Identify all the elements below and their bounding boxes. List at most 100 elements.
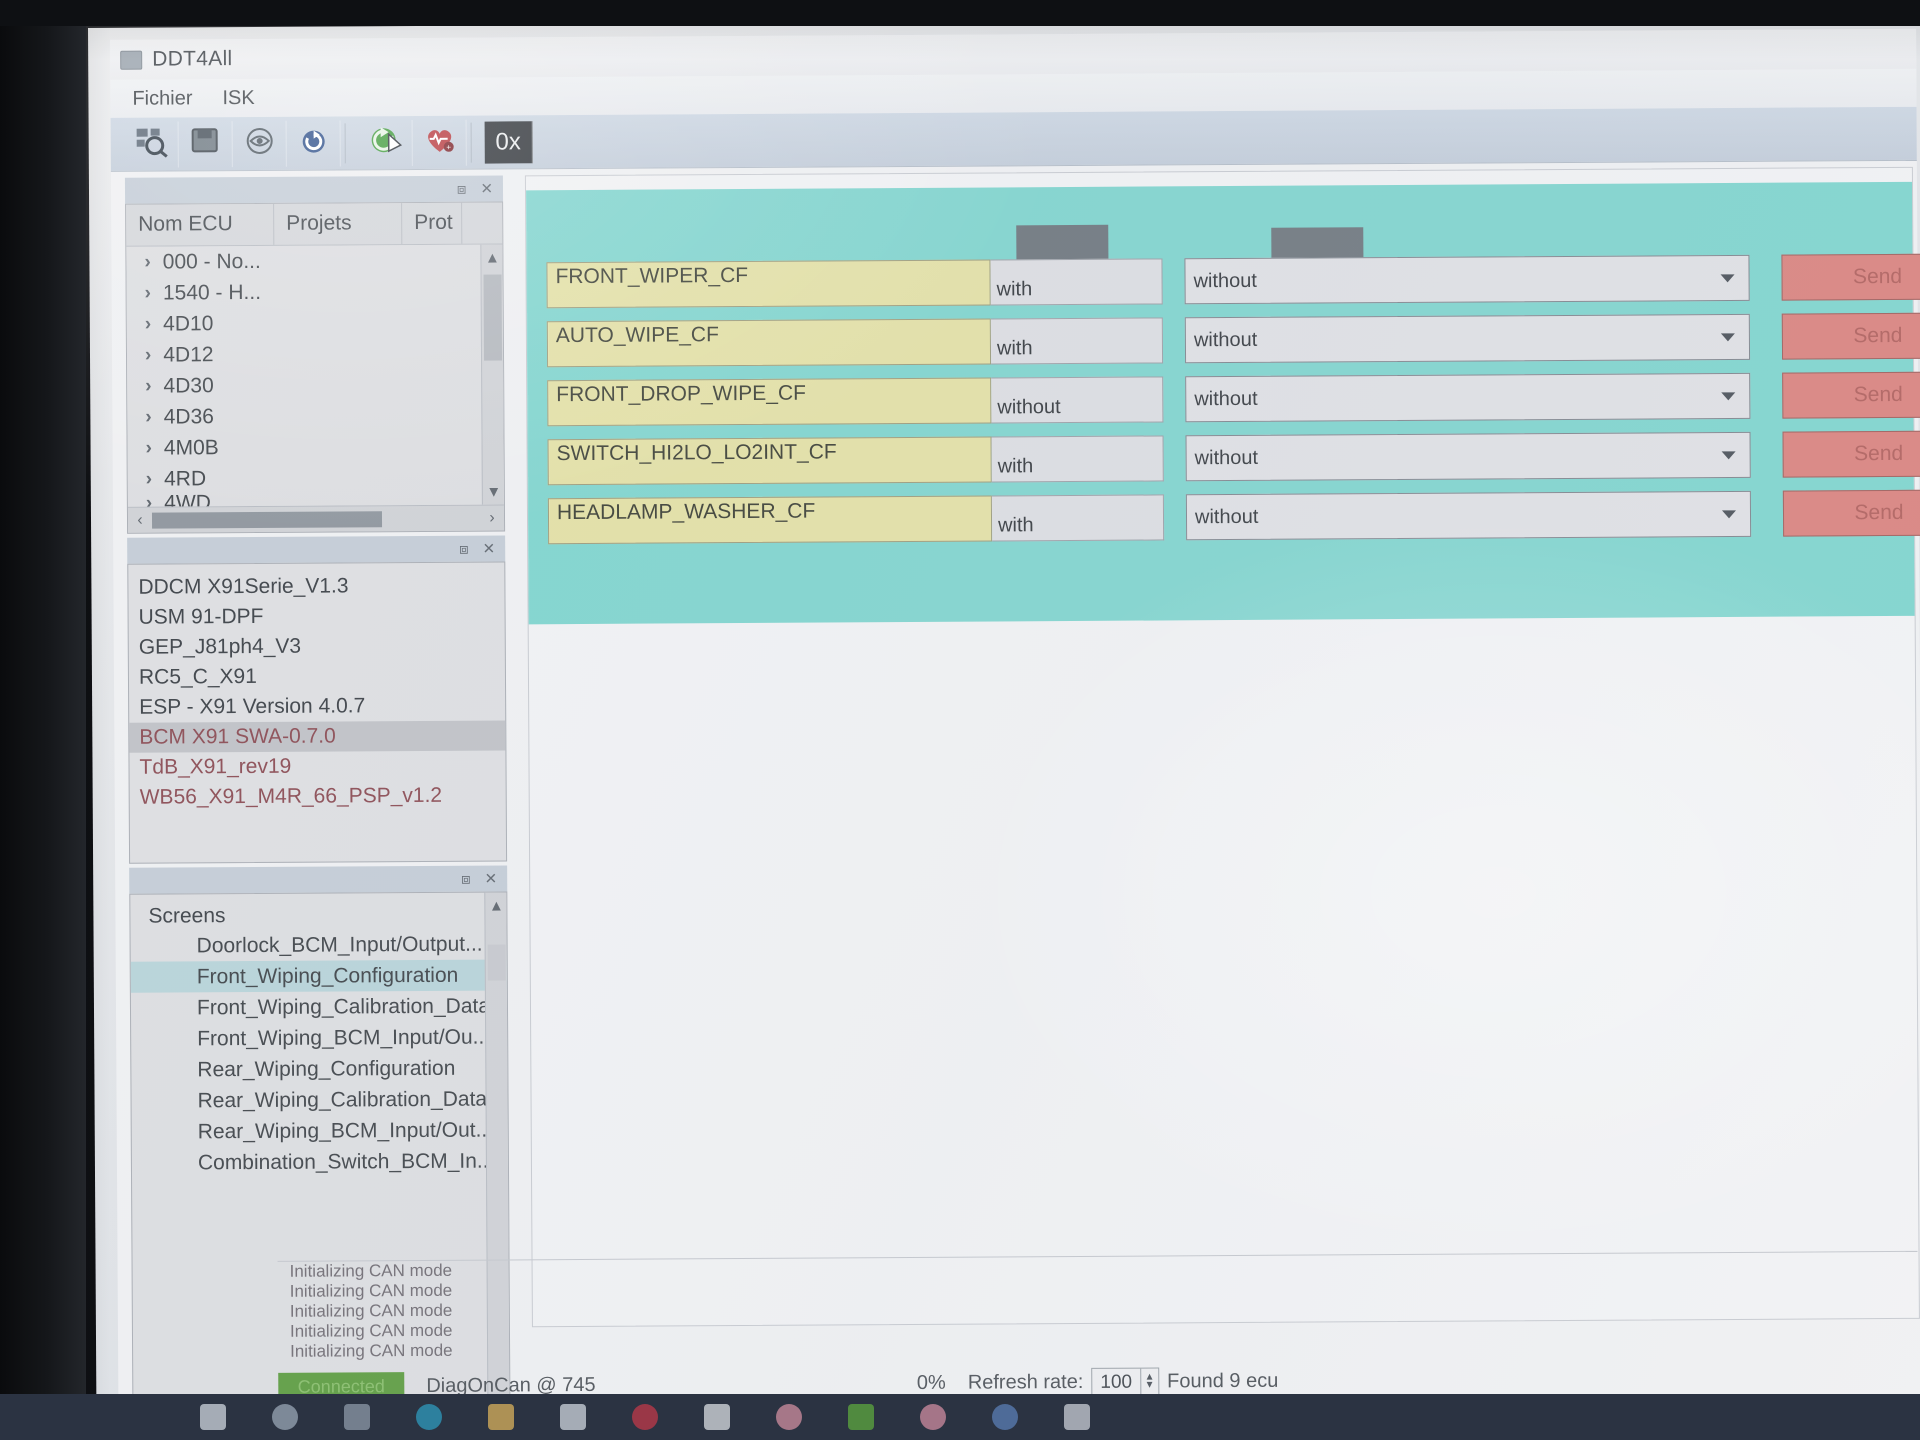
scan-ecu-button[interactable] [124,120,179,168]
ecu-explore-button[interactable] [232,120,287,167]
send-button[interactable]: Send [1782,489,1920,537]
start-icon[interactable] [200,1404,226,1430]
taskview-icon[interactable] [344,1404,370,1430]
list-item[interactable]: ESP - X91 Version 4.0.7 [129,690,505,722]
ecu-tree-body[interactable]: › 000 - No... › 1540 - H... › 4D10 › 4D1… [126,244,504,507]
refresh-rate-stepper[interactable]: 100 ▲ ▼ [1091,1367,1160,1396]
scroll-up-icon[interactable]: ▲ [481,244,503,270]
tree-row[interactable]: › 4M0B [127,430,503,463]
list-item[interactable]: USM 91-DPF [129,600,505,632]
menu-item-fichier[interactable]: Fichier [132,87,192,110]
scroll-thumb[interactable] [483,274,503,361]
edge-icon[interactable] [416,1404,442,1430]
tree-vertical-scrollbar[interactable]: ▲ ▼ [480,244,504,505]
screen-item[interactable]: Front_Wiping_BCM_Input/Ou... [131,1021,507,1054]
opera-icon[interactable] [632,1404,658,1430]
parameter-select[interactable]: without [1185,490,1752,541]
tree-row[interactable]: › 4D36 [127,399,503,432]
chevron-down-icon[interactable] [1720,274,1735,283]
scroll-down-icon[interactable]: ▼ [483,478,504,504]
screen-item[interactable]: Rear_Wiping_Calibration_Data [131,1083,507,1116]
list-item-selected[interactable]: BCM X91 SWA-0.7.0 [129,720,506,753]
screen-item[interactable]: Front_Wiping_Calibration_Data [131,990,507,1023]
close-icon[interactable]: ✕ [485,870,498,888]
refresh-button[interactable] [286,119,341,167]
screen-item[interactable]: Rear_Wiping_Configuration [131,1052,507,1085]
list-item[interactable]: RC5_C_X91 [129,660,505,692]
tree-row[interactable]: › 4D12 [127,337,503,370]
chevron-right-icon[interactable]: › [145,313,151,335]
tree-row[interactable]: › 4WD [128,492,504,506]
chevron-down-icon[interactable] [1720,333,1735,342]
stepper-down-icon[interactable]: ▼ [1145,1380,1155,1391]
chevron-right-icon[interactable]: › [146,493,152,507]
hscroll-thumb[interactable] [151,510,383,529]
chevron-right-icon[interactable]: › [146,468,152,490]
column-header-nom-ecu[interactable]: Nom ECU [126,203,275,246]
send-button[interactable]: Send [1781,253,1920,301]
parameter-select[interactable]: without [1185,431,1751,482]
reload-ecu-button[interactable] [358,119,413,166]
chevron-right-icon[interactable]: › [145,406,151,428]
calculator-icon[interactable] [1064,1404,1090,1430]
scroll-up-icon[interactable]: ▲ [485,892,507,918]
column-header-prot[interactable]: Prot [402,202,463,245]
screen-item-label: Front_Wiping_Calibration_Data [196,994,491,1020]
hex-mode-button[interactable]: 0x [484,120,533,164]
app-blue-icon[interactable] [992,1404,1018,1430]
app-pink-icon[interactable] [920,1404,946,1430]
list-item[interactable]: GEP_J81ph4_V3 [129,630,505,662]
parameter-select[interactable]: without [1184,254,1750,305]
list-item[interactable]: TdB_X91_rev19 [129,750,505,782]
screen-item[interactable]: Combination_Switch_BCM_In... [132,1145,508,1178]
save-button[interactable] [178,120,233,167]
chevron-right-icon[interactable]: › [145,344,151,366]
media-icon[interactable] [776,1404,802,1430]
explorer-icon[interactable] [488,1404,514,1430]
scroll-thumb[interactable] [487,944,506,981]
chevron-down-icon[interactable] [1721,451,1736,460]
list-item[interactable]: DDCM X91Serie_V1.3 [128,570,504,602]
float-icon[interactable]: ⧈ [457,180,467,197]
close-icon[interactable]: ✕ [483,540,496,558]
chevron-right-icon[interactable]: › [146,437,152,459]
scroll-left-icon[interactable]: ‹ [128,511,152,529]
search-icon[interactable] [272,1404,298,1430]
tree-row[interactable]: › 000 - No... [126,244,502,277]
window-title: DDT4All [152,47,233,71]
refresh-rate-value[interactable]: 100 [1092,1369,1140,1395]
send-button[interactable]: Send [1781,312,1920,360]
tree-horizontal-scrollbar[interactable]: ‹ › [127,504,505,533]
chevron-down-icon[interactable] [1721,510,1737,519]
chevron-right-icon[interactable]: › [145,375,151,397]
screen-item[interactable]: Rear_Wiping_BCM_Input/Out... [132,1114,508,1147]
notes-icon[interactable] [704,1404,730,1430]
float-icon[interactable]: ⧈ [459,540,469,557]
chevron-right-icon[interactable]: › [145,282,151,304]
ecu-health-button[interactable]: + [412,119,467,166]
store-icon[interactable] [560,1404,586,1430]
close-icon[interactable]: ✕ [480,180,493,198]
scroll-right-icon[interactable]: › [480,509,504,527]
tree-row[interactable]: › 4D30 [127,368,503,401]
send-button[interactable]: Send [1782,371,1920,419]
menu-item-isk[interactable]: ISK [222,86,254,109]
tree-row[interactable]: › 4RD [128,461,504,494]
parameter-row: FRONT_WIPER_CF with without Send [546,253,1920,309]
windows-taskbar[interactable] [0,1394,1920,1440]
tree-row[interactable]: › 1540 - H... [127,275,503,308]
parameter-select[interactable]: without [1185,372,1751,423]
screen-item-selected[interactable]: Front_Wiping_Configuration [130,959,507,993]
tree-row[interactable]: › 4D10 [127,306,503,339]
send-button[interactable]: Send [1782,430,1920,478]
parameter-select[interactable]: without [1184,313,1751,364]
ecu-file-list[interactable]: DDCM X91Serie_V1.3 USM 91-DPF GEP_J81ph4… [127,561,508,864]
leaf-icon[interactable] [848,1404,874,1430]
column-header-projets[interactable]: Projets [274,203,403,245]
chevron-down-icon[interactable] [1721,392,1736,401]
stepper-arrows[interactable]: ▲ ▼ [1140,1368,1159,1395]
list-item[interactable]: WB56_X91_M4R_66_PSP_v1.2 [130,780,506,812]
float-icon[interactable]: ⧈ [461,870,471,887]
screen-item[interactable]: Doorlock_BCM_Input/Output... [131,928,507,961]
chevron-right-icon[interactable]: › [144,251,150,273]
